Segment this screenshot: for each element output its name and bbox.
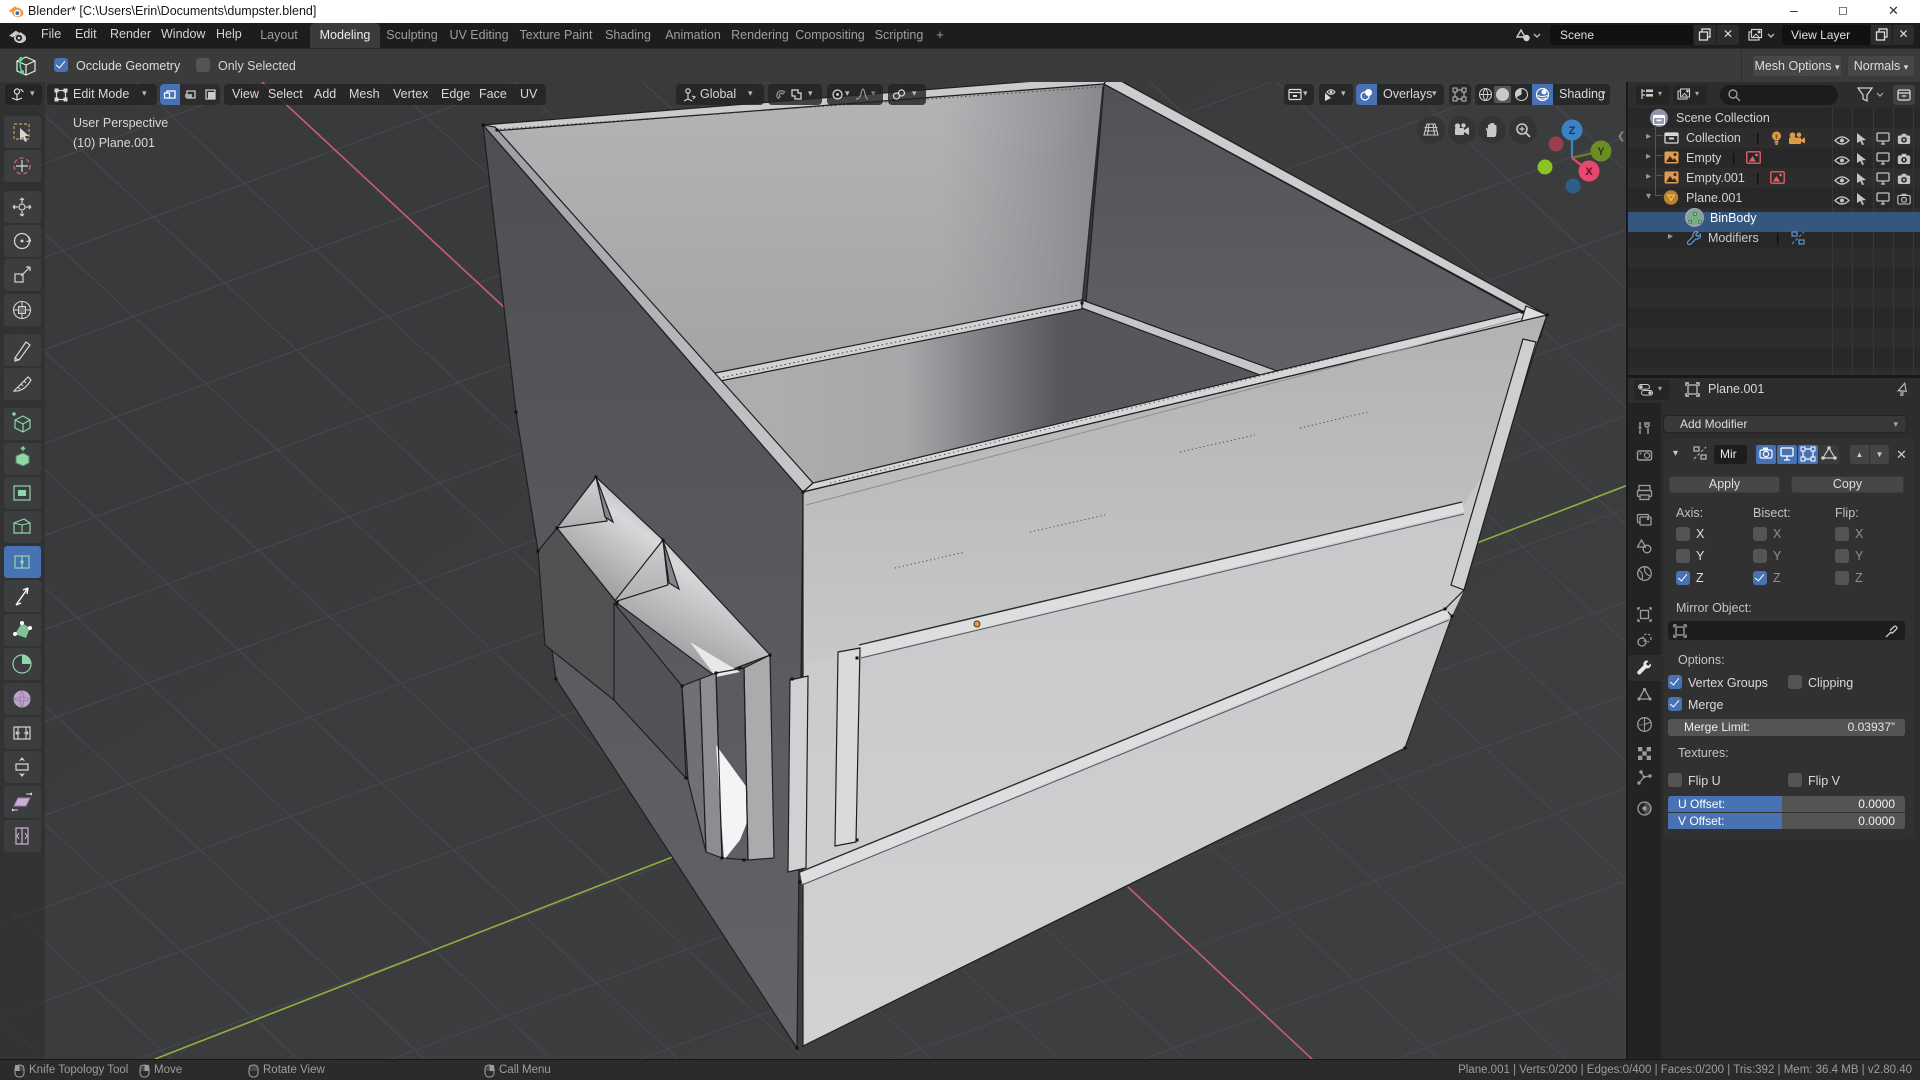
svg-text:X: X — [1585, 166, 1593, 178]
svg-text:Z: Z — [1569, 125, 1576, 137]
svg-text:Y: Y — [1597, 146, 1605, 158]
svg-text:❮: ❮ — [1617, 131, 1624, 142]
